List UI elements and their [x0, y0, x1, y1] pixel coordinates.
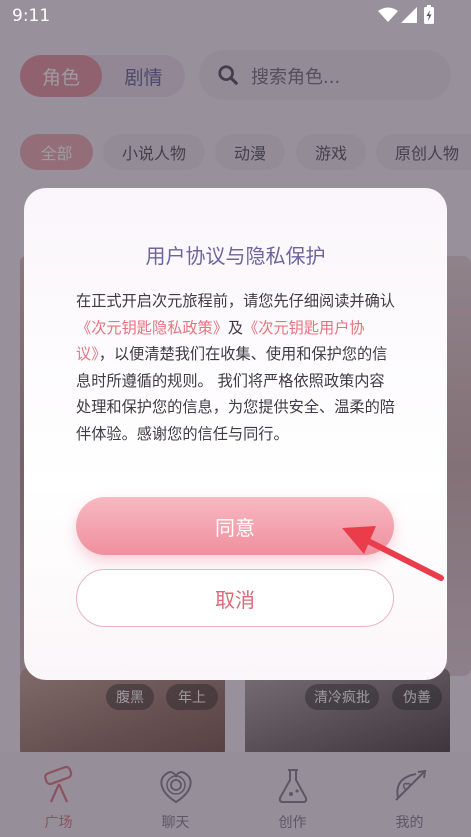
signal-icon	[401, 7, 417, 23]
wifi-icon	[378, 7, 398, 22]
annotation-arrow-icon	[342, 526, 444, 581]
consent-dialog: 用户协议与隐私保护 在正式开启次元旅程前，请您先仔细阅读并确认《次元钥匙隐私政策…	[24, 188, 447, 680]
status-bar: 9:11	[0, 0, 471, 34]
dialog-body: 在正式开启次元旅程前，请您先仔细阅读并确认《次元钥匙隐私政策》及《次元钥匙用户协…	[76, 288, 396, 447]
dialog-title: 用户协议与隐私保护	[145, 244, 326, 268]
body-text: 及	[227, 318, 244, 337]
body-text: 在正式开启次元旅程前，请您先仔细阅读并确认	[76, 292, 395, 310]
status-time: 9:11	[12, 6, 51, 26]
privacy-policy-link[interactable]: 《次元钥匙隐私政策》	[76, 319, 228, 337]
battery-charging-icon	[424, 5, 434, 24]
body-text: ，以便清楚我们在收集、使用和保护您的信息时所遵循的规则。 我们将严格依照政策内容…	[76, 345, 395, 443]
